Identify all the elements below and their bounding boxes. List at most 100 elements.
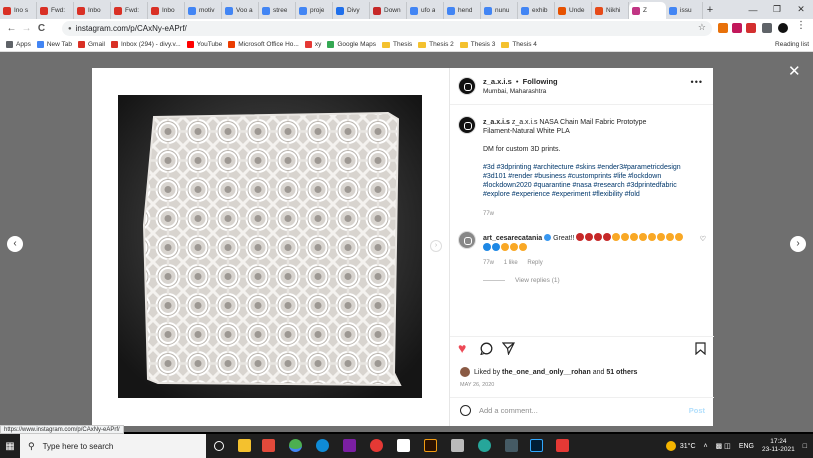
taskbar-app-icon[interactable] (505, 439, 518, 452)
browser-tab[interactable]: Ino s (0, 2, 37, 19)
avatar[interactable] (458, 231, 476, 249)
bookmark-gmail[interactable]: Inbox (294) - divy.v... (110, 41, 181, 48)
browser-tab[interactable]: exhib (518, 2, 555, 19)
profile-avatar[interactable] (778, 23, 788, 33)
comment-like-icon[interactable]: ♡ (700, 235, 706, 243)
heart-icon[interactable]: ♥ (458, 340, 466, 356)
illustrator-icon[interactable] (424, 439, 437, 452)
next-post-button[interactable]: › (790, 236, 806, 252)
browser-tab[interactable]: issu (666, 2, 703, 19)
close-icon[interactable]: ✕ (788, 64, 801, 79)
browser-tab[interactable]: motiv (185, 2, 222, 19)
taskbar-app-icon[interactable] (478, 439, 491, 452)
bookmark-folder[interactable]: Thesis (382, 41, 412, 48)
forward-button[interactable]: → (19, 23, 34, 34)
share-icon[interactable] (501, 342, 515, 358)
photo-nav-circle[interactable]: › (430, 240, 442, 252)
view-replies-button[interactable]: View replies (1) (483, 277, 560, 284)
bookmark-misc[interactable]: xy (304, 41, 321, 48)
browser-tab[interactable]: Nikhi (592, 2, 629, 19)
browser-tab[interactable]: Z (629, 2, 666, 19)
opera-icon[interactable] (370, 439, 383, 452)
avatar[interactable] (458, 77, 476, 95)
weather-icon[interactable] (665, 441, 676, 451)
tray-icons[interactable]: ▩ ◫ (716, 442, 731, 450)
browser-tab[interactable]: Fwd: (111, 2, 148, 19)
comment-icon[interactable] (480, 342, 493, 358)
previous-post-button[interactable]: ‹ (7, 236, 23, 252)
comment-username[interactable]: art_cesarecatania (483, 235, 542, 242)
avatar[interactable] (458, 116, 476, 134)
bookmark-globe[interactable]: New Tab (36, 41, 72, 48)
minimize-button[interactable]: — (741, 5, 765, 15)
bookmark-maps[interactable]: Google Maps (327, 41, 376, 48)
star-icon[interactable]: ☆ (698, 22, 706, 33)
browser-tab[interactable]: stree (259, 2, 296, 19)
username-link[interactable]: z_a.x.i.s (483, 77, 512, 86)
tray-chevron-icon[interactable]: ˄ (704, 443, 708, 450)
windows-start-icon[interactable]: ▦ (0, 441, 20, 452)
browser-tab[interactable]: Unde (555, 2, 592, 19)
reply-button[interactable]: Reply (527, 260, 542, 266)
post-photo[interactable] (118, 95, 422, 398)
language-indicator[interactable]: ENG (739, 443, 754, 450)
bookmark-icon[interactable] (695, 342, 706, 358)
location-link[interactable]: Mumbai, Maharashtra (483, 88, 546, 95)
photoshop-icon[interactable] (530, 439, 543, 452)
tab-title: Unde (569, 7, 585, 14)
bookmark-youtube[interactable]: YouTube (186, 41, 222, 48)
taskbar-app-icon[interactable] (343, 439, 356, 452)
browser-tab[interactable]: hend (444, 2, 481, 19)
comment-input[interactable]: Add a comment... (479, 406, 538, 415)
new-tab-button[interactable]: + (703, 2, 717, 19)
puzzle-icon[interactable] (762, 23, 772, 33)
post-button[interactable]: Post (689, 406, 705, 415)
taskbar-app-icon[interactable] (451, 439, 464, 452)
maximize-button[interactable]: ❐ (765, 4, 789, 15)
extension-icon[interactable] (718, 23, 728, 33)
temperature[interactable]: 31°C (680, 443, 696, 450)
bookmark-apps[interactable]: Apps (6, 41, 31, 48)
taskbar-search[interactable]: ⚲ Type here to search (20, 434, 206, 458)
clock[interactable]: 17:24 23-11-2021 (762, 438, 795, 454)
bookmark-folder[interactable]: Thesis 4 (501, 41, 537, 48)
browser-tab[interactable]: Divy (333, 2, 370, 19)
menu-icon[interactable]: ⋮ (796, 21, 806, 32)
browser-tab[interactable]: Voo a (222, 2, 259, 19)
reading-list-button[interactable]: Reading list (775, 41, 809, 48)
more-options-icon[interactable]: ••• (691, 77, 703, 87)
url-field[interactable]: ● instagram.com/p/CAxNy-eAPrf/ ☆ (62, 21, 712, 36)
chrome-icon[interactable] (289, 439, 302, 452)
avatar[interactable] (460, 367, 470, 377)
taskbar-app-icon[interactable] (397, 439, 410, 452)
browser-tab[interactable]: ufo a (407, 2, 444, 19)
browser-tab[interactable]: Inbo (148, 2, 185, 19)
following-button[interactable]: Following (523, 77, 558, 86)
emoji-icon[interactable] (460, 405, 471, 416)
browser-tab[interactable]: proje (296, 2, 333, 19)
bookmark-folder[interactable]: Thesis 2 (418, 41, 454, 48)
bookmark-folder[interactable]: Thesis 3 (459, 41, 495, 48)
bookmark-office[interactable]: Microsoft Office Ho... (228, 41, 299, 48)
taskbar-app-icon[interactable] (262, 439, 275, 452)
edge-icon[interactable] (316, 439, 329, 452)
browser-tab[interactable]: Fwd: (37, 2, 74, 19)
back-button[interactable]: ← (4, 23, 19, 34)
extension-icon[interactable] (746, 23, 756, 33)
notifications-icon[interactable]: □ (803, 443, 807, 450)
liked-by-user[interactable]: the_one_and_only__rohan (502, 369, 591, 376)
hashtags[interactable]: #3d #3dprinting #architecture #skins #en… (483, 163, 705, 199)
likes-count-link[interactable]: 51 others (606, 369, 637, 376)
caption-username[interactable]: z_a.x.i.s (483, 119, 510, 126)
reload-button[interactable]: C (34, 23, 49, 34)
browser-tab[interactable]: Down (370, 2, 407, 19)
comment-likes[interactable]: 1 like (504, 260, 518, 266)
extension-icon[interactable] (732, 23, 742, 33)
task-view-icon[interactable] (214, 441, 224, 451)
browser-tab[interactable]: nunu (481, 2, 518, 19)
browser-tab[interactable]: Inbo (74, 2, 111, 19)
file-explorer-icon[interactable] (238, 439, 251, 452)
close-window-button[interactable]: ✕ (789, 4, 813, 15)
acrobat-icon[interactable] (556, 439, 569, 452)
bookmark-gmail[interactable]: Gmail (78, 41, 105, 48)
